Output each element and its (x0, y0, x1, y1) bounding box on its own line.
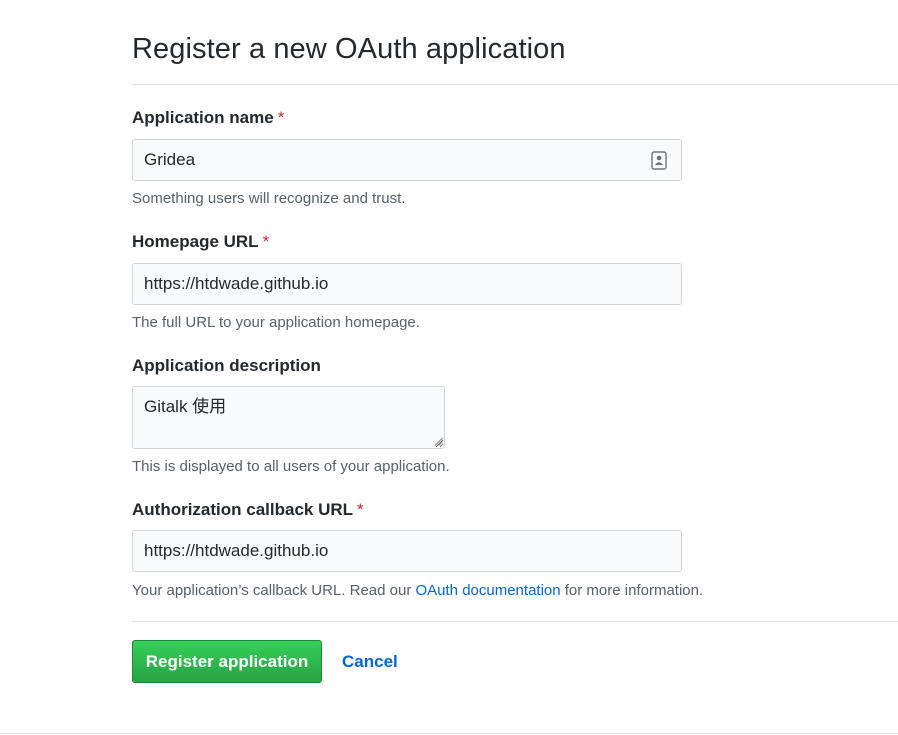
callback-url-label: Authorization callback URL * (132, 500, 364, 520)
homepage-url-hint: The full URL to your application homepag… (132, 314, 420, 331)
app-name-hint: Something users will recognize and trust… (132, 190, 406, 207)
callback-url-input[interactable] (132, 530, 682, 572)
description-hint: This is displayed to all users of your a… (132, 458, 450, 475)
required-mark: * (262, 232, 270, 251)
app-name-label: Application name * (132, 108, 284, 128)
form-divider (132, 621, 898, 622)
app-name-input[interactable] (132, 139, 682, 181)
callback-hint-before: Your application’s callback URL. Read ou… (132, 582, 416, 599)
description-label-text: Application description (132, 356, 321, 375)
register-application-button[interactable]: Register application (132, 640, 322, 683)
page: Register a new OAuth application Applica… (0, 0, 898, 735)
required-mark: * (277, 108, 285, 127)
description-textarea[interactable]: Gitalk 使用 (132, 386, 445, 449)
title-divider (132, 84, 898, 85)
homepage-url-input[interactable] (132, 263, 682, 305)
cancel-link[interactable]: Cancel (342, 652, 398, 672)
callback-hint-after: for more information. (560, 582, 704, 599)
bottom-divider (0, 733, 898, 734)
callback-url-label-text: Authorization callback URL (132, 500, 354, 519)
page-title: Register a new OAuth application (132, 33, 566, 65)
description-label: Application description (132, 356, 321, 376)
homepage-url-label-text: Homepage URL (132, 232, 259, 251)
homepage-url-label: Homepage URL * (132, 232, 269, 252)
contact-card-icon[interactable] (651, 151, 667, 170)
oauth-documentation-link[interactable]: OAuth documentation (416, 582, 561, 599)
app-name-label-text: Application name (132, 108, 274, 127)
required-mark: * (357, 500, 364, 519)
callback-url-hint: Your application’s callback URL. Read ou… (132, 582, 703, 599)
